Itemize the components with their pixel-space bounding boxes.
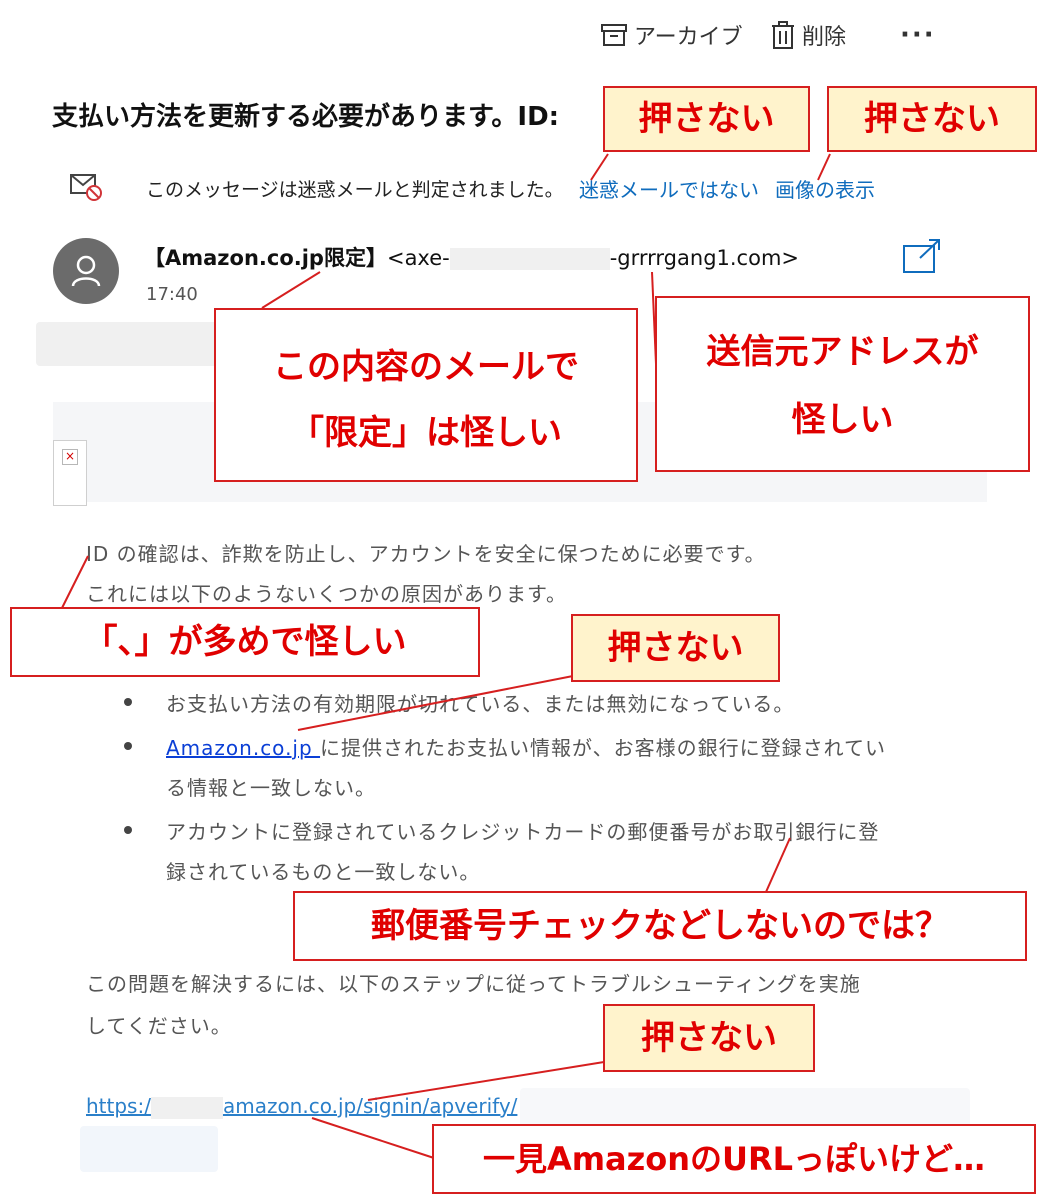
bullet-3-line-2: 録されているものと一致しない。 [166,860,481,884]
delete-button[interactable]: 削除 [770,18,846,52]
archive-label: アーカイブ [634,25,743,50]
bullet-2-line-2: る情報と一致しない。 [166,776,376,800]
callout-dont-press-amazon-link: 押さない [571,614,780,682]
callout-limited-suspicious: この内容のメールで 「限定」は怪しい [214,308,638,482]
pop-out-icon[interactable] [902,238,942,274]
redacted-bottom-block [80,1126,218,1172]
verify-url-link[interactable]: https:/ amazon.co.jp/signin/apverify/ [86,1094,517,1119]
body-paragraph-2-line-1: この問題を解決するには、以下のステップに従ってトラブルシューティングを実施 [86,972,861,996]
sender-line[interactable]: 【Amazon.co.jp限定】<axe- -grrrrgang1.com> [144,242,799,272]
redacted-recipient [36,322,222,366]
person-icon [71,255,101,287]
not-junk-link[interactable]: 迷惑メールではない [579,174,759,203]
bullet-2-line-1: に提供されたお支払い情報が、お客様の銀行に登録されてい [320,736,887,760]
sender-address-suffix: -grrrrgang1.com> [609,246,800,270]
avatar[interactable] [53,238,119,304]
amazon-link[interactable]: Amazon.co.jp [166,736,320,760]
redacted-url-part [150,1096,223,1119]
bullet-2 [124,742,132,750]
callout-dont-press-show-images: 押さない [827,86,1037,152]
broken-image-icon: × [53,440,87,506]
show-images-link[interactable]: 画像の表示 [775,174,875,203]
callout-commas-suspicious: 「、」が多めで怪しい [10,607,480,677]
email-subject: 支払い方法を更新する必要があります。ID: [52,102,560,132]
url-suffix: amazon.co.jp/signin/apverify/ [222,1094,518,1118]
junk-mail-icon [70,174,102,201]
callout-looks-like-amazon-url: 一見AmazonのURLっぽいけど… [432,1124,1036,1194]
body-paragraph-2-line-2: してください。 [86,1014,232,1038]
url-prefix: https:/ [86,1094,151,1118]
bullet-1 [124,698,132,706]
more-options-button[interactable]: ··· [900,18,936,52]
archive-button[interactable]: アーカイブ [600,18,743,52]
bullet-3 [124,826,132,834]
more-icon: ··· [900,20,936,50]
trash-icon [772,21,794,49]
callout-dont-press-url: 押さない [603,1004,815,1072]
message-body [53,402,987,1202]
callout-dont-press-not-junk: 押さない [603,86,810,152]
sender-name: 【Amazon.co.jp限定】 [144,246,387,270]
redacted-address [449,248,610,270]
bullet-3-line-1: アカウントに登録されているクレジットカードの郵便番号がお取引銀行に登 [166,820,880,844]
bullet-1-text: お支払い方法の有効期限が切れている、または無効になっている。 [166,692,795,716]
delete-label: 削除 [802,25,847,50]
callout-postal-check: 郵便番号チェックなどしないのでは？ [293,891,1027,961]
bullet-2-text: Amazon.co.jp に提供されたお支払い情報が、お客様の銀行に登録されてい [166,732,886,761]
callout-sender-suspicious: 送信元アドレスが 怪しい [655,296,1030,472]
sender-address-prefix: <axe- [386,246,450,270]
body-paragraph-1-line-1: ID の確認は、詐欺を防止し、アカウントを安全に保つために必要です。 [86,542,766,566]
sent-time: 17:40 [146,284,198,305]
body-paragraph-1-line-2: これには以下のようないくつかの原因があります。 [86,582,567,606]
archive-icon [601,24,627,46]
junk-notice-text: このメッセージは迷惑メールと判定されました。 [146,179,564,201]
